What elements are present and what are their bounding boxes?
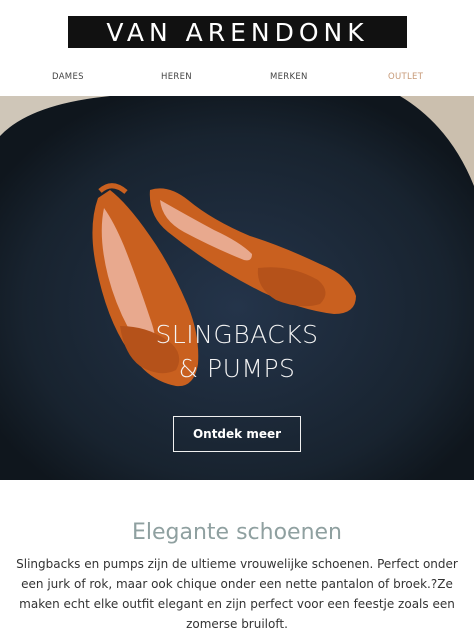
main-nav: DAMES HEREN MERKEN OUTLET [0,72,474,84]
brand-logo[interactable]: VAN ARENDONK [68,16,407,48]
hero-title: SLINGBACKS & PUMPS [0,318,474,386]
nav-item-outlet[interactable]: OUTLET [388,72,423,82]
logo-text: VAN ARENDONK [106,17,369,47]
discover-more-button[interactable]: Ontdek meer [173,416,301,452]
section-paragraph: Slingbacks en pumps zijn de ultieme vrou… [16,557,458,631]
nav-item-merken[interactable]: MERKEN [270,72,308,82]
email-header: VAN ARENDONK DAMES HEREN MERKEN OUTLET [0,0,474,96]
nav-item-heren[interactable]: HEREN [161,72,192,82]
hero-title-line2: & PUMPS [178,354,296,383]
content-section: Elegante schoenen Slingbacks en pumps zi… [0,480,474,632]
hero-banner[interactable]: SLINGBACKS & PUMPS Ontdek meer [0,96,474,480]
section-heading: Elegante schoenen [131,520,342,545]
hero-title-line1: SLINGBACKS [155,320,319,349]
nav-item-dames[interactable]: DAMES [52,72,84,82]
